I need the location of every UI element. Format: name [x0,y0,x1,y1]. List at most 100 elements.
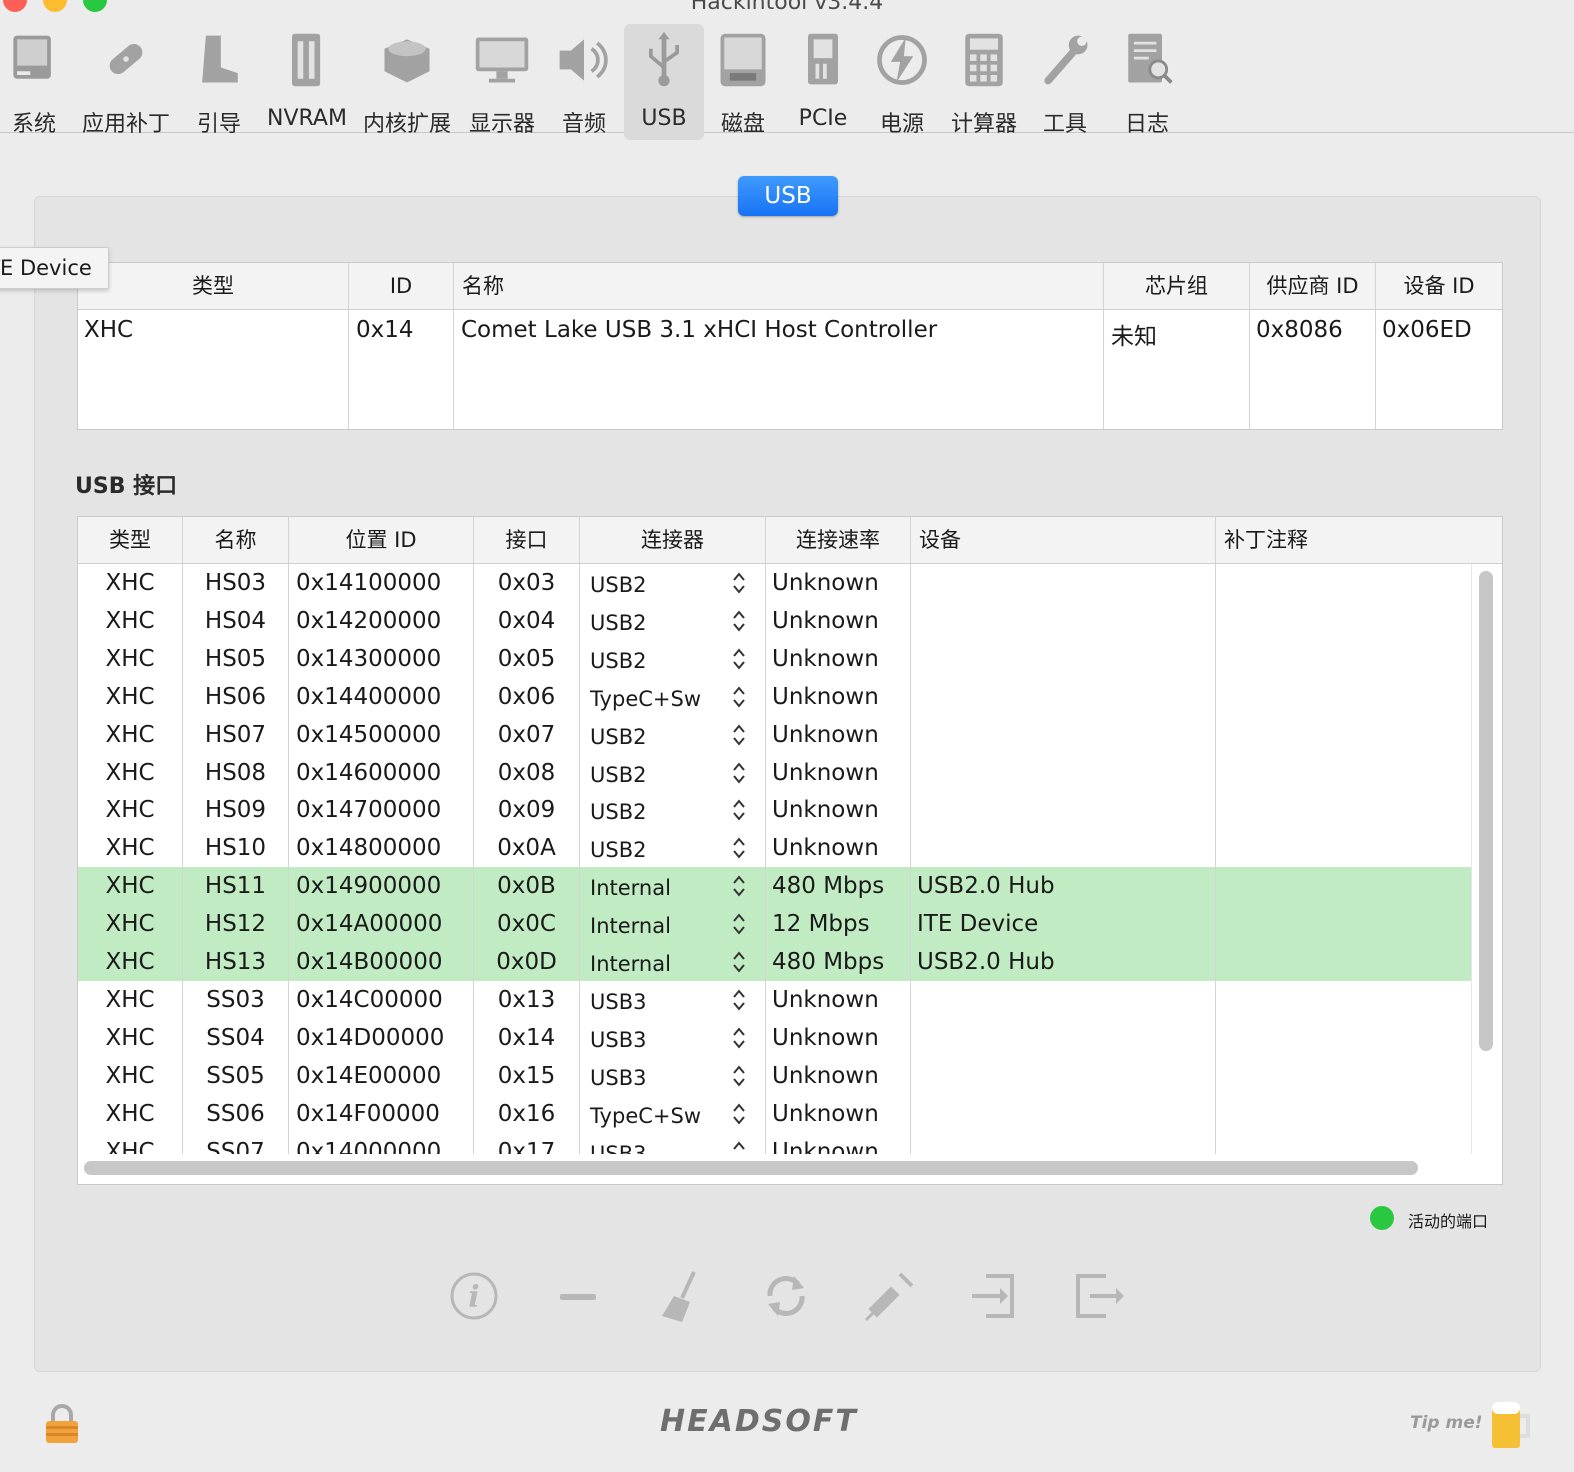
cell-type: XHC [105,797,155,824]
svg-text:i: i [468,1280,479,1315]
cell-port: 0x07 [497,721,556,748]
chevron-up-down-icon[interactable] [732,609,746,633]
horizontal-scrollbar[interactable] [84,1161,1418,1175]
connector-popup[interactable]: Internal [590,907,671,945]
import-icon[interactable] [964,1266,1024,1326]
connector-popup[interactable]: USB2 [590,831,646,869]
port-row[interactable]: XHC HS08 0x14600000 0x08 USB2 Unknown [78,754,1471,792]
column-header-id[interactable]: ID [349,263,454,309]
toolbar-item-label: 磁盘 [720,112,765,137]
connector-popup[interactable]: USB2 [590,604,646,642]
column-header-name[interactable]: 名称 [183,517,289,563]
connector-popup[interactable]: USB2 [590,756,646,794]
toolbar-item-calculator[interactable]: 计算器 [946,24,1022,140]
port-row[interactable]: XHC HS13 0x14B00000 0x0D Internal 480 Mbps USB… [78,943,1471,981]
controller-table[interactable]: 类型 ID 名称 芯片组 供应商 ID 设备 ID XHC 0x14 Comet… [77,262,1503,430]
vertical-scrollbar[interactable] [1479,571,1493,1051]
toolbar-item-tools[interactable]: 工具 [1032,24,1098,140]
port-row[interactable]: XHC HS07 0x14500000 0x07 USB2 Unknown [78,716,1471,754]
connector-popup[interactable]: USB2 [590,566,646,604]
port-row[interactable]: XHC SS06 0x14F00000 0x16 TypeC+Sw Unknown [78,1095,1471,1133]
port-row[interactable]: XHC HS09 0x14700000 0x09 USB2 Unknown [78,791,1471,829]
chevron-up-down-icon[interactable] [732,1026,746,1050]
column-header-chipset[interactable]: 芯片组 [1104,263,1250,309]
column-header-connector[interactable]: 连接器 [580,517,766,563]
connector-popup[interactable]: USB2 [590,642,646,680]
remove-icon[interactable] [548,1266,608,1326]
chevron-up-down-icon[interactable] [732,798,746,822]
toolbar-item-pcie[interactable]: PCIe [788,24,858,140]
column-header-port[interactable]: 接口 [474,517,580,563]
toolbar-item-usb[interactable]: USB [624,24,704,140]
port-row[interactable]: XHC SS04 0x14D00000 0x14 USB3 Unknown [78,1019,1471,1057]
toolbar-item-boot[interactable]: 引导 [184,24,254,140]
toolbar-item-log[interactable]: 日志 [1114,24,1180,140]
chevron-up-down-icon[interactable] [732,1140,746,1155]
column-header-name[interactable]: 名称 [454,263,1104,309]
toolbar-item-kext[interactable]: 内核扩展 [360,24,454,140]
port-row[interactable]: XHC HS11 0x14900000 0x0B Internal 480 Mbps USB… [78,867,1471,907]
info-icon[interactable]: i [444,1266,504,1326]
connector-popup[interactable]: USB3 [590,1059,646,1097]
port-row[interactable]: XHC SS03 0x14C00000 0x13 USB3 Unknown [78,981,1471,1019]
port-row[interactable]: XHC HS06 0x14400000 0x06 TypeC+Sw Unknown [78,678,1471,716]
port-row[interactable]: XHC SS07 0x14000000 0x17 USB3 Unknown [78,1133,1471,1155]
chevron-up-down-icon[interactable] [732,685,746,709]
tip-me-label[interactable]: Tip me! [1410,1413,1483,1433]
refresh-icon[interactable] [756,1266,816,1326]
chevron-up-down-icon[interactable] [732,761,746,785]
connector-popup[interactable]: USB2 [590,718,646,756]
column-header-speed[interactable]: 连接速率 [766,517,911,563]
cell-speed: Unknown [772,1024,879,1051]
port-row[interactable]: XHC HS05 0x14300000 0x05 USB2 Unknown [78,640,1471,678]
connector-popup[interactable]: TypeC+Sw [590,680,701,718]
column-header-location-id[interactable]: 位置 ID [289,517,474,563]
column-header-comment[interactable]: 补丁注释 [1216,517,1502,563]
port-row[interactable]: XHC SS05 0x14E00000 0x15 USB3 Unknown [78,1057,1471,1095]
toolbar-item-label: USB [641,106,687,131]
connector-popup[interactable]: USB3 [590,983,646,1021]
toolbar-item-nvram[interactable]: NVRAM [262,24,352,140]
ports-table[interactable]: 类型 名称 位置 ID 接口 连接器 连接速率 设备 补丁注释 XHC HS03 0… [77,516,1503,1185]
connector-popup[interactable]: Internal [590,945,671,983]
lock-icon[interactable] [44,1404,80,1444]
chevron-up-down-icon[interactable] [732,912,746,936]
column-header-type[interactable]: 类型 [78,263,349,309]
chevron-up-down-icon[interactable] [732,571,746,595]
toolbar-item-display[interactable]: 显示器 [464,24,540,140]
column-header-vendor-id[interactable]: 供应商 ID [1250,263,1376,309]
chevron-up-down-icon[interactable] [732,950,746,974]
toolbar-item-patch[interactable]: 应用补丁 [78,24,174,140]
chevron-up-down-icon[interactable] [732,1102,746,1126]
port-row[interactable]: XHC HS10 0x14800000 0x0A USB2 Unknown [78,829,1471,867]
connector-popup[interactable]: USB3 [590,1135,646,1155]
port-row[interactable]: XHC HS12 0x14A00000 0x0C Internal 12 Mbps ITE … [78,905,1471,945]
clean-broom-icon[interactable] [652,1266,712,1326]
cell-location-id: 0x14900000 [296,873,442,900]
chevron-up-down-icon[interactable] [732,988,746,1012]
toolbar-item-audio[interactable]: 音频 [548,24,620,140]
chevron-up-down-icon[interactable] [732,836,746,860]
usb-segment-button[interactable]: USB [738,176,838,216]
column-header-device-id[interactable]: 设备 ID [1376,263,1502,309]
chevron-up-down-icon[interactable] [732,874,746,898]
inject-syringe-icon[interactable] [860,1266,920,1326]
chevron-up-down-icon[interactable] [732,723,746,747]
column-header-device[interactable]: 设备 [911,517,1216,563]
cell-name: HS03 [204,570,267,596]
beer-icon[interactable] [1488,1396,1532,1452]
chevron-up-down-icon[interactable] [732,647,746,671]
cell-name: HS13 [204,949,267,975]
connector-popup[interactable]: USB2 [590,793,646,831]
column-header-type[interactable]: 类型 [78,517,183,563]
toolbar-item-system[interactable]: 系统 [0,24,68,140]
connector-popup[interactable]: Internal [590,869,671,907]
connector-popup[interactable]: USB3 [590,1021,646,1059]
toolbar-item-disk[interactable]: 磁盘 [712,24,774,140]
connector-popup[interactable]: TypeC+Sw [590,1097,701,1135]
port-row[interactable]: XHC HS04 0x14200000 0x04 USB2 Unknown [78,602,1471,640]
export-icon[interactable] [1068,1266,1128,1326]
port-row[interactable]: XHC HS03 0x14100000 0x03 USB2 Unknown [78,564,1471,602]
toolbar-item-power[interactable]: 电源 [866,24,938,140]
chevron-up-down-icon[interactable] [732,1064,746,1088]
